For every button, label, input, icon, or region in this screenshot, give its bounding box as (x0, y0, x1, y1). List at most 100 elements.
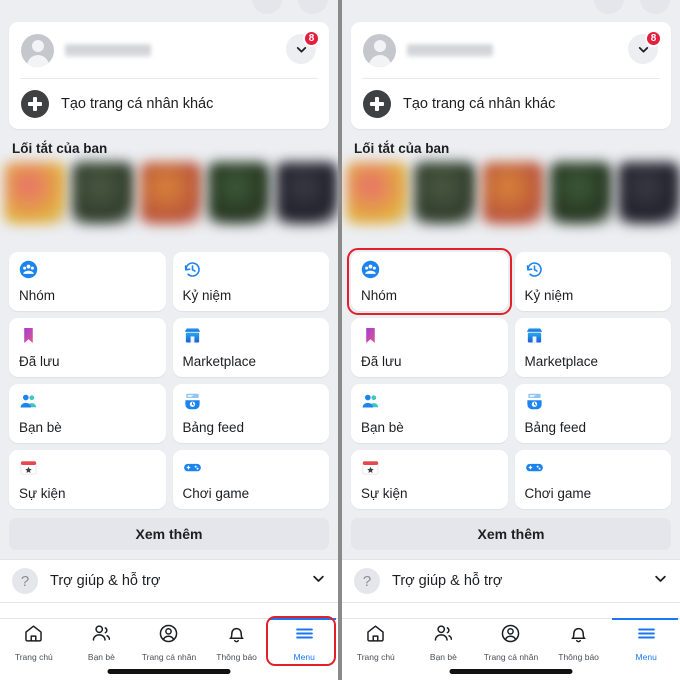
tile-label: Kỷ niệm (182, 288, 232, 303)
nav-label: Trang chú (356, 651, 395, 662)
help-support-row-left[interactable]: ? Trợ giúp & hỗ trợ (0, 559, 338, 603)
create-profile-button[interactable]: Tạo trang cá nhân khác (9, 79, 329, 129)
profile-row[interactable]: 8 (351, 22, 671, 78)
home-indicator-bar (449, 669, 573, 674)
tile-nhom[interactable]: Nhóm (9, 252, 166, 311)
profile-name-blurred (407, 43, 493, 57)
avatar (363, 33, 396, 67)
tile-label: Marketplace (524, 354, 599, 369)
nav-label: Thông báo (216, 651, 257, 662)
shortcut-item[interactable] (346, 162, 408, 224)
chevron-down-icon (311, 571, 326, 591)
menu-tiles-left: Nhóm Kỷ niệm Đã lưu Marketplace Bạn bè B… (0, 252, 338, 509)
shortcut-item[interactable] (72, 162, 134, 224)
nav-label: Thông báo (558, 651, 599, 662)
shortcut-item[interactable] (276, 162, 338, 224)
notification-badge: 8 (645, 30, 662, 47)
nav-item-home[interactable]: Trang chú (0, 619, 68, 665)
phone-screen-right: 8 Tạo trang cá nhân khác Lối tắt của ban (342, 0, 680, 680)
tile-su-kien[interactable]: Sự kiện (9, 450, 166, 509)
feeds-icon (525, 392, 544, 411)
hamburger-menu-icon (636, 623, 657, 649)
shortcut-item[interactable] (482, 162, 544, 224)
nav-item-friends[interactable]: Bạn bè (68, 619, 136, 665)
tile-marketplace[interactable]: Marketplace (514, 318, 671, 377)
saved-bookmark-icon (19, 326, 38, 345)
tile-ban-be[interactable]: Bạn bè (351, 384, 508, 443)
profile-expand-button[interactable]: 8 (628, 30, 662, 64)
help-support-row-right[interactable]: ? Trợ giúp & hỗ trợ (342, 559, 680, 603)
shortcuts-row-right[interactable] (342, 162, 680, 246)
profile-row[interactable]: 8 (9, 22, 329, 78)
shortcut-item[interactable] (208, 162, 270, 224)
nav-item-home[interactable]: Trang chú (342, 619, 410, 665)
nav-label: Trang chú (14, 651, 53, 662)
tile-bang-feed[interactable]: Bảng feed (172, 384, 329, 443)
profile-expand-button[interactable]: 8 (286, 30, 320, 64)
see-more-button[interactable]: Xem thêm (351, 518, 671, 550)
tile-ky-niem[interactable]: Kỷ niệm (172, 252, 329, 311)
events-calendar-icon (19, 458, 38, 477)
tile-label: Đã lưu (19, 354, 60, 369)
tile-da-luu[interactable]: Đã lưu (351, 318, 508, 377)
cutoff-circles-left (252, 0, 328, 14)
tile-choi-game[interactable]: Chơi game (514, 450, 671, 509)
tile-label: Marketplace (182, 354, 257, 369)
cutoff-circle-icon (640, 0, 670, 14)
tile-label: Bạn bè (361, 420, 404, 435)
tile-nhom[interactable]: Nhóm (347, 248, 512, 315)
shortcut-item[interactable] (140, 162, 202, 224)
tile-ky-niem[interactable]: Kỷ niệm (514, 252, 671, 311)
bottom-nav-left: Trang chú Bạn bè Trang cá nhân Thông báo… (0, 616, 338, 680)
notification-badge: 8 (303, 30, 320, 47)
shortcuts-title: Lối tắt của ban (354, 141, 450, 156)
nav-item-notifications[interactable]: Thông báo (203, 619, 271, 665)
nav-item-menu[interactable]: Menu (270, 619, 338, 665)
nav-item-menu[interactable]: Menu (612, 619, 680, 665)
nav-item-friends[interactable]: Bạn bè (410, 619, 478, 665)
memories-clock-icon (183, 260, 202, 279)
create-profile-button[interactable]: Tạo trang cá nhân khác (351, 79, 671, 129)
shortcut-item[interactable] (618, 162, 680, 224)
nav-label: Trang cá nhân (483, 651, 539, 662)
create-profile-label: Tạo trang cá nhân khác (403, 96, 556, 112)
next-section-partial (0, 603, 338, 618)
tile-label: Nhóm (19, 288, 56, 303)
nhom-highlight-box (347, 248, 512, 315)
comparison-screenshots: 8 Tạo trang cá nhân khác Lối tắt của ban (0, 0, 680, 680)
tile-su-kien[interactable]: Sự kiện (351, 450, 508, 509)
question-mark-icon: ? (12, 568, 38, 594)
menu-tiles-right: Nhóm Kỷ niệm Đã lưu Marketplace Bạn bè B… (342, 248, 680, 509)
profile-circle-icon (500, 623, 521, 649)
tile-bang-feed[interactable]: Bảng feed (514, 384, 671, 443)
nav-item-notifications[interactable]: Thông báo (545, 619, 613, 665)
see-more-button[interactable]: Xem thêm (9, 518, 329, 550)
nav-item-profile[interactable]: Trang cá nhân (135, 619, 203, 665)
shortcut-item[interactable] (550, 162, 612, 224)
tile-da-luu[interactable]: Đã lưu (9, 318, 166, 377)
see-more-wrap-right: Xem thêm (342, 509, 680, 550)
shortcuts-row-left[interactable] (0, 162, 338, 246)
tile-ban-be[interactable]: Bạn bè (9, 384, 166, 443)
bell-icon (568, 623, 589, 649)
tile-label: Nhóm (361, 288, 398, 303)
shortcut-item[interactable] (414, 162, 476, 224)
tile-label: Kỷ niệm (524, 288, 574, 303)
tile-label: Bảng feed (524, 420, 587, 435)
nav-item-profile[interactable]: Trang cá nhân (477, 619, 545, 665)
memories-clock-icon (525, 260, 544, 279)
home-indicator-bar (107, 669, 231, 674)
tile-label: Sự kiện (361, 486, 408, 501)
nav-label: Bạn bè (87, 651, 115, 662)
shortcut-item[interactable] (4, 162, 66, 224)
menu-scroll-area-right[interactable]: 8 Tạo trang cá nhân khác Lối tắt của ban (342, 0, 680, 618)
tile-marketplace[interactable]: Marketplace (172, 318, 329, 377)
create-profile-label: Tạo trang cá nhân khác (61, 96, 214, 112)
groups-icon (361, 260, 380, 279)
tile-choi-game[interactable]: Chơi game (172, 450, 329, 509)
menu-scroll-area-left[interactable]: 8 Tạo trang cá nhân khác Lối tắt của ban (0, 0, 338, 618)
profile-name-blurred (65, 43, 151, 57)
help-support-label: Trợ giúp & hỗ trợ (50, 573, 161, 589)
